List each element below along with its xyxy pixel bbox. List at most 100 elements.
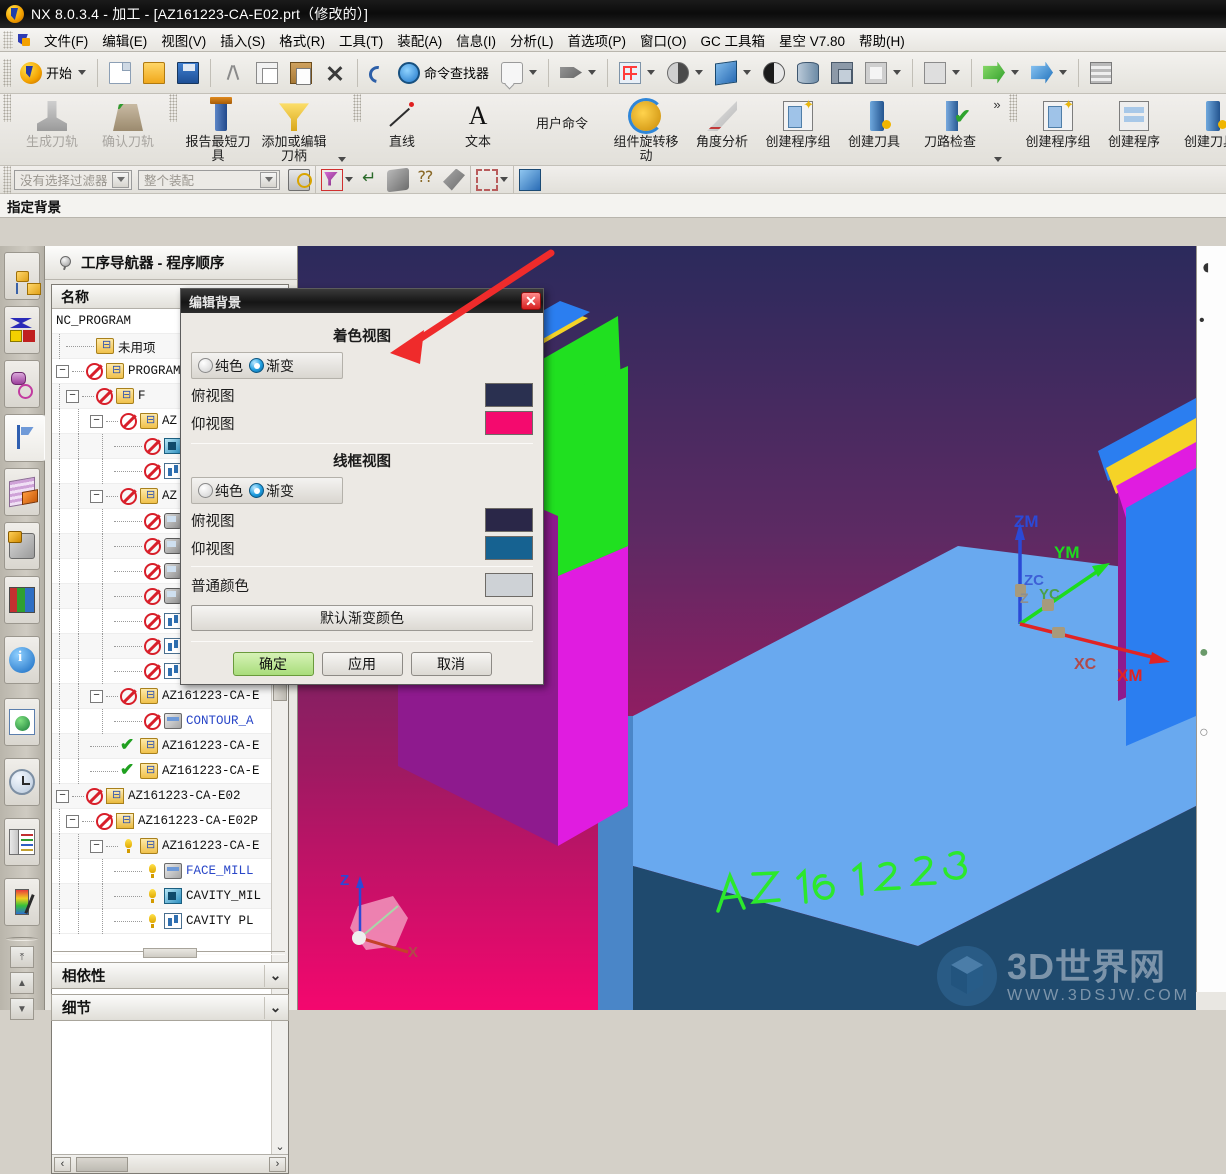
start-button[interactable]: 开始 xyxy=(14,57,92,89)
sidebar-item-part-navigator[interactable] xyxy=(4,360,40,408)
save-button[interactable] xyxy=(171,57,205,89)
tag-button[interactable] xyxy=(554,57,602,89)
chevron-down-icon[interactable] xyxy=(500,177,508,182)
toolpath-check-button[interactable]: 刀路检查 xyxy=(912,94,988,165)
text-button[interactable]: A 文本 xyxy=(440,94,516,165)
sidebar-item-help-info[interactable] xyxy=(4,636,40,684)
scrollbar-thumb[interactable] xyxy=(76,1156,128,1172)
sidebar-item-history[interactable] xyxy=(4,758,40,806)
right-side-panel[interactable]: ◖ • ● ○ xyxy=(1196,246,1226,1010)
chevron-down-icon[interactable] xyxy=(952,70,961,75)
create-program-group-button[interactable]: 创建程序组 xyxy=(760,94,836,165)
menu-item-assembly[interactable]: 装配(A) xyxy=(390,28,449,52)
scroll-left-icon[interactable]: ‹ xyxy=(54,1156,71,1172)
chevron-down-icon[interactable] xyxy=(112,171,129,188)
command-finder-button[interactable]: 命令查找器 xyxy=(392,57,495,89)
verify-toolpath-button[interactable]: 确认刀轨 xyxy=(90,94,166,165)
link-filter-icon[interactable] xyxy=(288,168,312,191)
create-tool-button-2[interactable]: 创建刀具 xyxy=(1172,94,1226,165)
menu-item-edit[interactable]: 编辑(E) xyxy=(95,28,154,52)
wireframe-bottom-color-swatch[interactable] xyxy=(485,536,533,560)
menu-item-gc-toolbox[interactable]: GC 工具箱 xyxy=(694,28,773,52)
table-row[interactable]: − AZ161223-CA-E02 xyxy=(52,784,288,809)
toolbar-grip-icon[interactable] xyxy=(1009,94,1017,122)
sidebar-item-constraint-navigator[interactable] xyxy=(4,306,40,354)
report-shortest-tool-button[interactable]: 报告最短刀具 xyxy=(180,94,256,165)
toolbar-grip-icon[interactable] xyxy=(3,30,13,49)
apply-button[interactable]: 应用 xyxy=(321,652,403,676)
chevron-down-icon[interactable] xyxy=(78,70,87,75)
half-shade-button[interactable] xyxy=(757,57,791,89)
navigator-splitter[interactable] xyxy=(53,946,285,958)
table-row[interactable]: − AZ161223-CA-E xyxy=(52,683,288,709)
scroll-up-icon[interactable]: ▲ xyxy=(10,972,34,994)
chevron-down-icon[interactable] xyxy=(994,157,1002,162)
create-program-group-button-2[interactable]: 创建程序组 xyxy=(1020,94,1096,165)
sidebar-item-web-browser[interactable] xyxy=(4,698,40,746)
sidebar-splitter[interactable] xyxy=(6,934,38,942)
chevron-down-icon[interactable] xyxy=(529,70,538,75)
selection-scope-combo[interactable]: 整个装配 xyxy=(138,169,280,190)
square-button[interactable] xyxy=(918,57,966,89)
menu-item-format[interactable]: 格式(R) xyxy=(272,28,332,52)
cylinder-button[interactable] xyxy=(791,57,825,89)
toolbar-grip-icon[interactable] xyxy=(169,94,177,122)
panel-glyph-4[interactable]: ○ xyxy=(1199,724,1209,742)
chevron-down-icon[interactable] xyxy=(1059,70,1068,75)
wrench-icon[interactable] xyxy=(443,168,465,191)
chevron-down-icon[interactable] xyxy=(647,70,656,75)
cubes-button[interactable] xyxy=(825,57,859,89)
open-file-button[interactable] xyxy=(137,57,171,89)
shaded-gradient-radio[interactable]: 渐变 xyxy=(249,356,294,376)
menu-item-file[interactable]: 文件(F) xyxy=(37,28,95,52)
undo-button[interactable] xyxy=(363,57,392,89)
line-button[interactable]: 直线 xyxy=(364,94,440,165)
move-green-button[interactable] xyxy=(977,57,1025,89)
table-row[interactable]: CONTOUR_A xyxy=(52,708,288,734)
tree-expander-icon[interactable]: − xyxy=(66,814,79,828)
sidebar-item-assembly-navigator[interactable] xyxy=(4,252,41,300)
panel-dependencies[interactable]: 相依性 ⌄ xyxy=(51,962,289,989)
wireframe-gradient-radio[interactable]: 渐变 xyxy=(249,481,294,501)
chevron-down-icon[interactable]: ⌄ xyxy=(273,1139,287,1154)
shaded-view-mode-group[interactable]: 纯色 渐变 xyxy=(191,352,343,379)
ok-button[interactable]: 确定 xyxy=(232,652,314,676)
angle-analysis-button[interactable]: 角度分析 xyxy=(684,94,760,165)
shaded-button[interactable] xyxy=(661,57,709,89)
edit-background-dialog[interactable]: 编辑背景 ✕ 着色视图 纯色 渐变 俯视图 仰视图 线框视图 纯色 渐变 俯视图… xyxy=(180,288,544,685)
menu-item-help[interactable]: 帮助(H) xyxy=(852,28,912,52)
toolbar-overflow-1[interactable] xyxy=(332,94,350,165)
tree-horizontal-scrollbar[interactable]: ‹ › xyxy=(52,1154,288,1173)
paste-button[interactable] xyxy=(284,57,318,89)
tree-expander-icon[interactable]: − xyxy=(56,789,69,803)
scroll-down-icon[interactable]: ▼ xyxy=(10,998,34,1020)
pin-icon[interactable] xyxy=(57,255,73,271)
table-row[interactable]: AZ161223-CA-E xyxy=(52,758,288,784)
chevron-down-icon[interactable] xyxy=(743,70,752,75)
panel-glyph-3[interactable]: ● xyxy=(1199,644,1209,662)
tree-expander-icon[interactable]: − xyxy=(66,389,79,403)
new-file-button[interactable] xyxy=(103,57,137,89)
table-row[interactable]: FACE_MILL xyxy=(52,858,288,884)
toolbar-overflow-2[interactable]: » xyxy=(988,94,1006,165)
table-row[interactable]: AZ161223-CA-E xyxy=(52,733,288,759)
cut-button[interactable] xyxy=(216,57,250,89)
component-rotate-move-button[interactable]: 组件旋转移动 xyxy=(608,94,684,165)
menu-item-view[interactable]: 视图(V) xyxy=(154,28,213,52)
create-tool-button[interactable]: 创建刀具 xyxy=(836,94,912,165)
sidebar-item-palette[interactable] xyxy=(4,818,40,866)
table-row[interactable]: CAVITY PL xyxy=(52,908,288,934)
panel-glyph-2[interactable]: • xyxy=(1199,312,1205,330)
chevron-down-icon[interactable] xyxy=(695,70,704,75)
sidebar-item-operation-navigator[interactable] xyxy=(4,414,45,462)
panel-details[interactable]: 细节 ⌄ xyxy=(51,994,289,1021)
user-command-button[interactable]: 用户命令 xyxy=(516,94,608,165)
red-selection-icon[interactable] xyxy=(321,168,343,191)
menu-item-insert[interactable]: 插入(S) xyxy=(213,28,272,52)
sidebar-item-process-studio[interactable] xyxy=(4,576,40,624)
tree-expander-icon[interactable]: − xyxy=(90,689,103,703)
scroll-top-icon[interactable]: ⤒ xyxy=(10,946,34,968)
wireframe-top-color-swatch[interactable] xyxy=(485,508,533,532)
toolbar-grip-icon[interactable] xyxy=(3,94,11,122)
shaded-top-color-swatch[interactable] xyxy=(485,383,533,407)
